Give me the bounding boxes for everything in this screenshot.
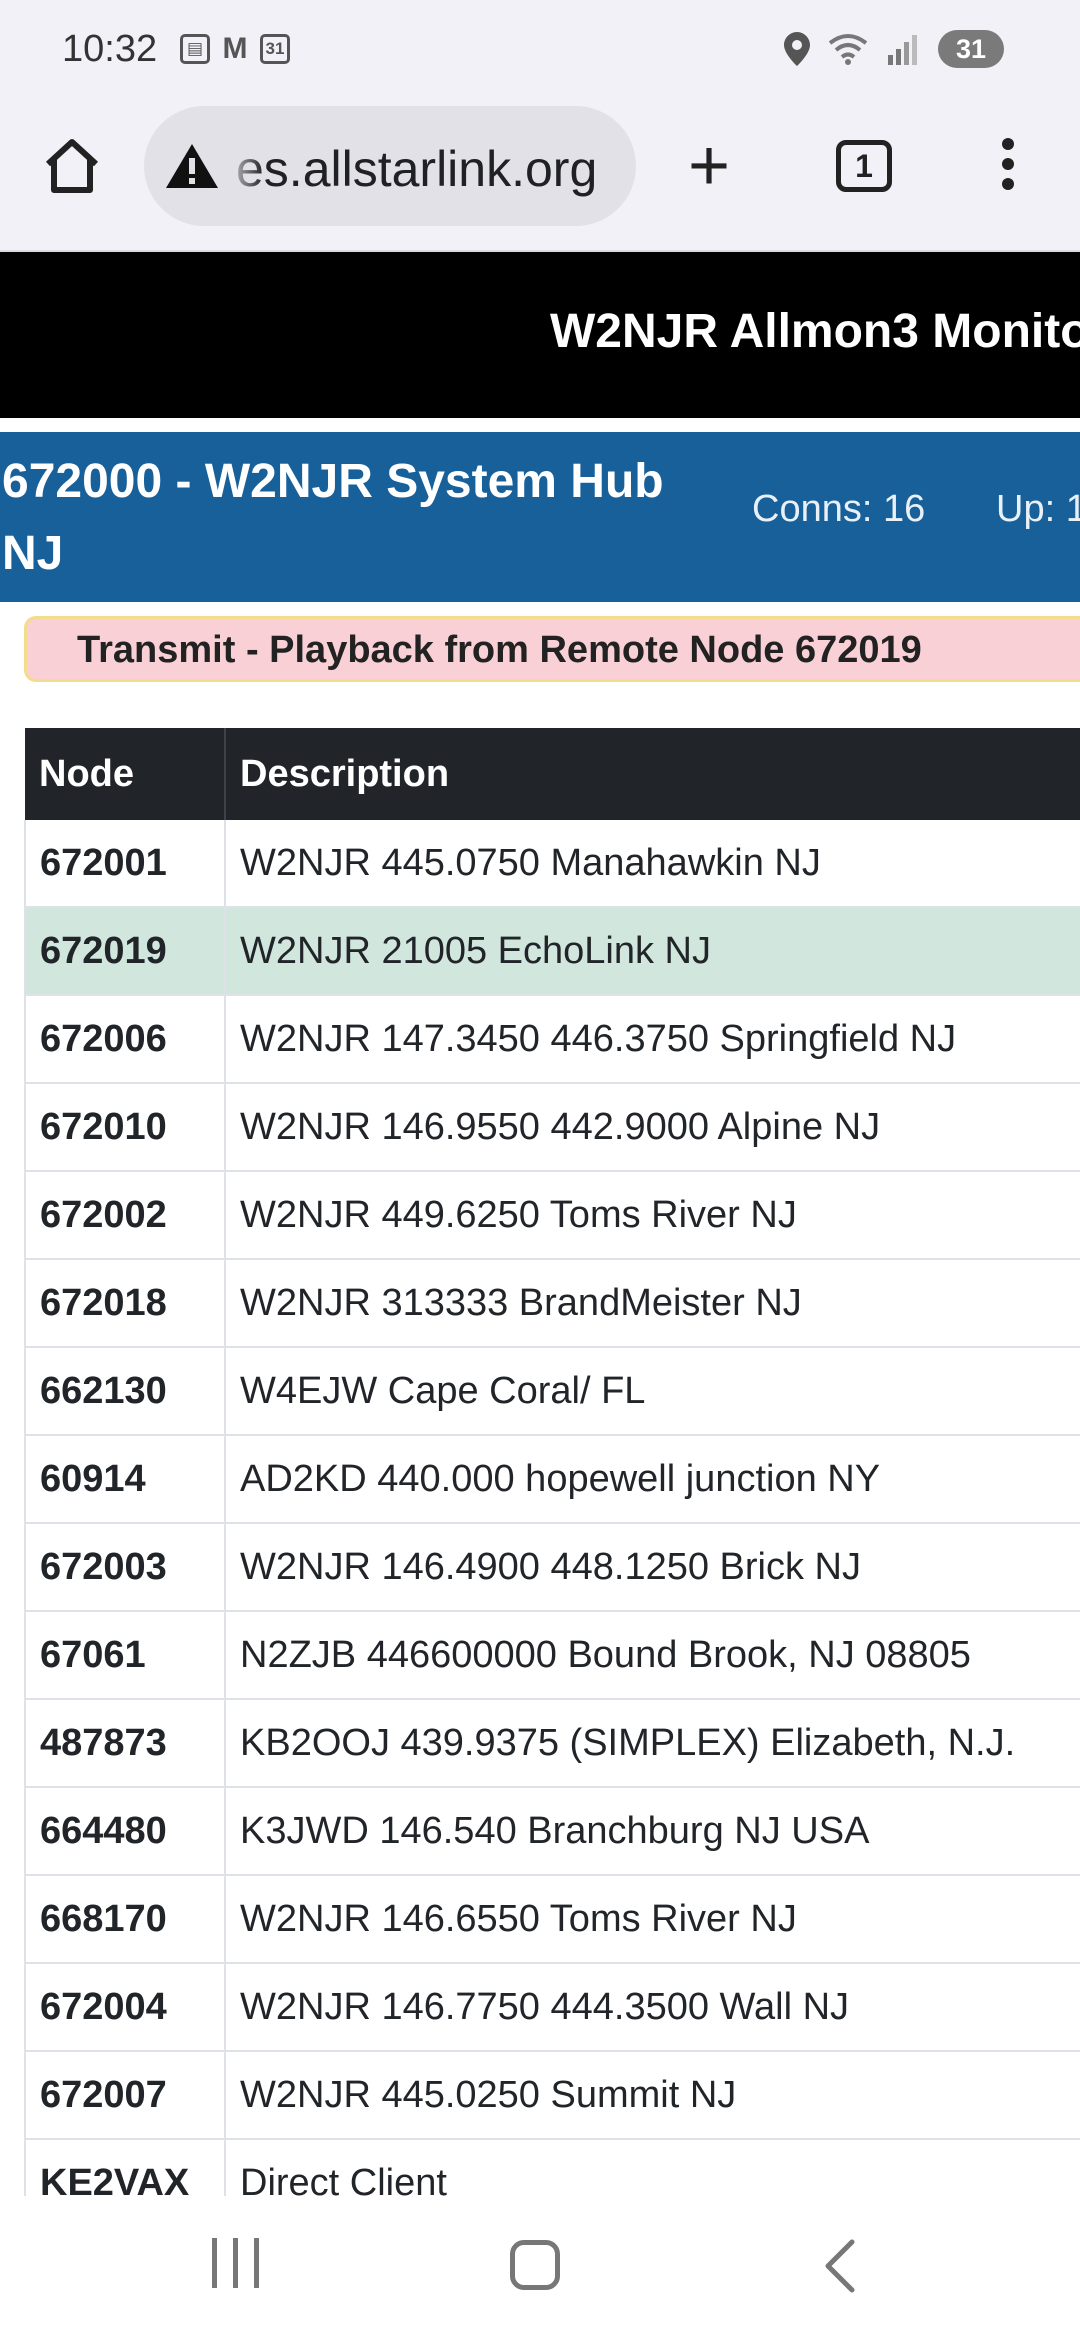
site-header: W2NJR Allmon3 Monito <box>0 252 1080 418</box>
table-row: 672010 W2NJR 146.9550 442.9000 Alpine NJ <box>24 1083 1080 1172</box>
navigation-bar <box>0 2196 1080 2340</box>
node-id: 672002 <box>24 1171 226 1260</box>
wifi-icon <box>828 34 868 65</box>
table-header-row: Node Description <box>25 728 1080 820</box>
status-time: 10:32 <box>62 28 158 70</box>
home-nav-icon[interactable] <box>510 2240 560 2290</box>
recent-apps-icon[interactable] <box>212 2238 259 2288</box>
notification-icons: ▤ M 31 <box>180 32 290 65</box>
signal-icon <box>888 35 917 65</box>
table-row: 487873 KB2OOJ 439.9375 (SIMPLEX) Elizabe… <box>24 1699 1080 1788</box>
status-bar: 10:32 ▤ M 31 31 <box>0 0 1080 104</box>
node-id: 672004 <box>24 1963 226 2052</box>
location-icon <box>784 32 810 66</box>
transmit-text: Transmit - Playback from Remote Node 672… <box>77 629 922 671</box>
system-icons: 31 <box>784 30 1004 68</box>
table-row-active: 672019 W2NJR 21005 EchoLink NJ <box>24 907 1080 996</box>
node-description: N2ZJB 446600000 Bound Brook, NJ 08805 <box>225 1611 1080 1700</box>
table-row: 664480 K3JWD 146.540 Branchburg NJ USA <box>24 1787 1080 1876</box>
node-id: 67061 <box>24 1611 226 1700</box>
transmit-alert: Transmit - Playback from Remote Node 672… <box>24 616 1080 682</box>
uptime: Up: 1 <box>996 488 1080 530</box>
table-row: 672003 W2NJR 146.4900 448.1250 Brick NJ <box>24 1523 1080 1612</box>
more-vert-icon[interactable] <box>996 138 1020 198</box>
app-icon: ▤ <box>180 34 210 64</box>
node-title: 672000 - W2NJR System Hub NJ <box>2 455 664 580</box>
node-id: 662130 <box>24 1347 226 1436</box>
table-row: 672004 W2NJR 146.7750 444.3500 Wall NJ <box>24 1963 1080 2052</box>
connections-count: Conns: 16 <box>752 488 926 530</box>
plus-icon[interactable]: + <box>688 130 730 202</box>
node-description: W4EJW Cape Coral/ FL <box>225 1347 1080 1436</box>
node-header: 672000 - W2NJR System Hub NJ Conns: 16 U… <box>0 432 1080 602</box>
table-row: 672002 W2NJR 449.6250 Toms River NJ <box>24 1171 1080 1260</box>
table-row: 672007 W2NJR 445.0250 Summit NJ <box>24 2051 1080 2140</box>
site-title: W2NJR Allmon3 Monito <box>550 305 1080 358</box>
node-id: 487873 <box>24 1699 226 1788</box>
node-description: W2NJR 146.9550 442.9000 Alpine NJ <box>225 1083 1080 1172</box>
address-bar[interactable]: es.allstarlink.org <box>144 106 636 226</box>
calendar-icon: 31 <box>260 34 290 64</box>
browser-toolbar: es.allstarlink.org + 1 <box>0 104 1080 252</box>
battery-indicator: 31 <box>938 30 1004 68</box>
table-row: 60914 AD2KD 440.000 hopewell junction NY <box>24 1435 1080 1524</box>
node-description: W2NJR 146.6550 Toms River NJ <box>225 1875 1080 1964</box>
node-id: 672007 <box>24 2051 226 2140</box>
warning-icon[interactable] <box>164 142 220 190</box>
node-id: 664480 <box>24 1787 226 1876</box>
url-text[interactable]: es.allstarlink.org <box>236 140 597 198</box>
node-id: 672001 <box>24 820 226 908</box>
node-id: 672006 <box>24 995 226 1084</box>
node-table: Node Description 672001 W2NJR 445.0750 M… <box>24 728 1080 2228</box>
node-description: W2NJR 445.0250 Summit NJ <box>225 2051 1080 2140</box>
node-id: 668170 <box>24 1875 226 1964</box>
tabs-icon[interactable]: 1 <box>836 140 892 192</box>
table-row: 67061 N2ZJB 446600000 Bound Brook, NJ 08… <box>24 1611 1080 1700</box>
node-id: 672003 <box>24 1523 226 1612</box>
node-description: KB2OOJ 439.9375 (SIMPLEX) Elizabeth, N.J… <box>225 1699 1080 1788</box>
back-icon[interactable] <box>820 2236 860 2296</box>
url-fade <box>224 106 264 226</box>
column-header-node: Node <box>25 728 226 820</box>
home-icon[interactable] <box>40 134 104 198</box>
node-id: 672018 <box>24 1259 226 1348</box>
table-row: 662130 W4EJW Cape Coral/ FL <box>24 1347 1080 1436</box>
table-row: 672018 W2NJR 313333 BrandMeister NJ <box>24 1259 1080 1348</box>
column-header-description: Description <box>225 728 1080 820</box>
node-description: W2NJR 449.6250 Toms River NJ <box>225 1171 1080 1260</box>
node-description: W2NJR 147.3450 446.3750 Springfield NJ <box>225 995 1080 1084</box>
node-description: W2NJR 146.4900 448.1250 Brick NJ <box>225 1523 1080 1612</box>
node-description: W2NJR 313333 BrandMeister NJ <box>225 1259 1080 1348</box>
node-description: W2NJR 146.7750 444.3500 Wall NJ <box>225 1963 1080 2052</box>
node-id: 672010 <box>24 1083 226 1172</box>
node-id: 60914 <box>24 1435 226 1524</box>
table-row: 668170 W2NJR 146.6550 Toms River NJ <box>24 1875 1080 1964</box>
node-description: W2NJR 21005 EchoLink NJ <box>225 907 1080 996</box>
gmail-icon: M <box>222 32 248 65</box>
table-row: 672001 W2NJR 445.0750 Manahawkin NJ <box>24 820 1080 908</box>
node-description: W2NJR 445.0750 Manahawkin NJ <box>225 820 1080 908</box>
node-id: 672019 <box>24 907 226 996</box>
table-row: 672006 W2NJR 147.3450 446.3750 Springfie… <box>24 995 1080 1084</box>
node-description: AD2KD 440.000 hopewell junction NY <box>225 1435 1080 1524</box>
node-description: K3JWD 146.540 Branchburg NJ USA <box>225 1787 1080 1876</box>
